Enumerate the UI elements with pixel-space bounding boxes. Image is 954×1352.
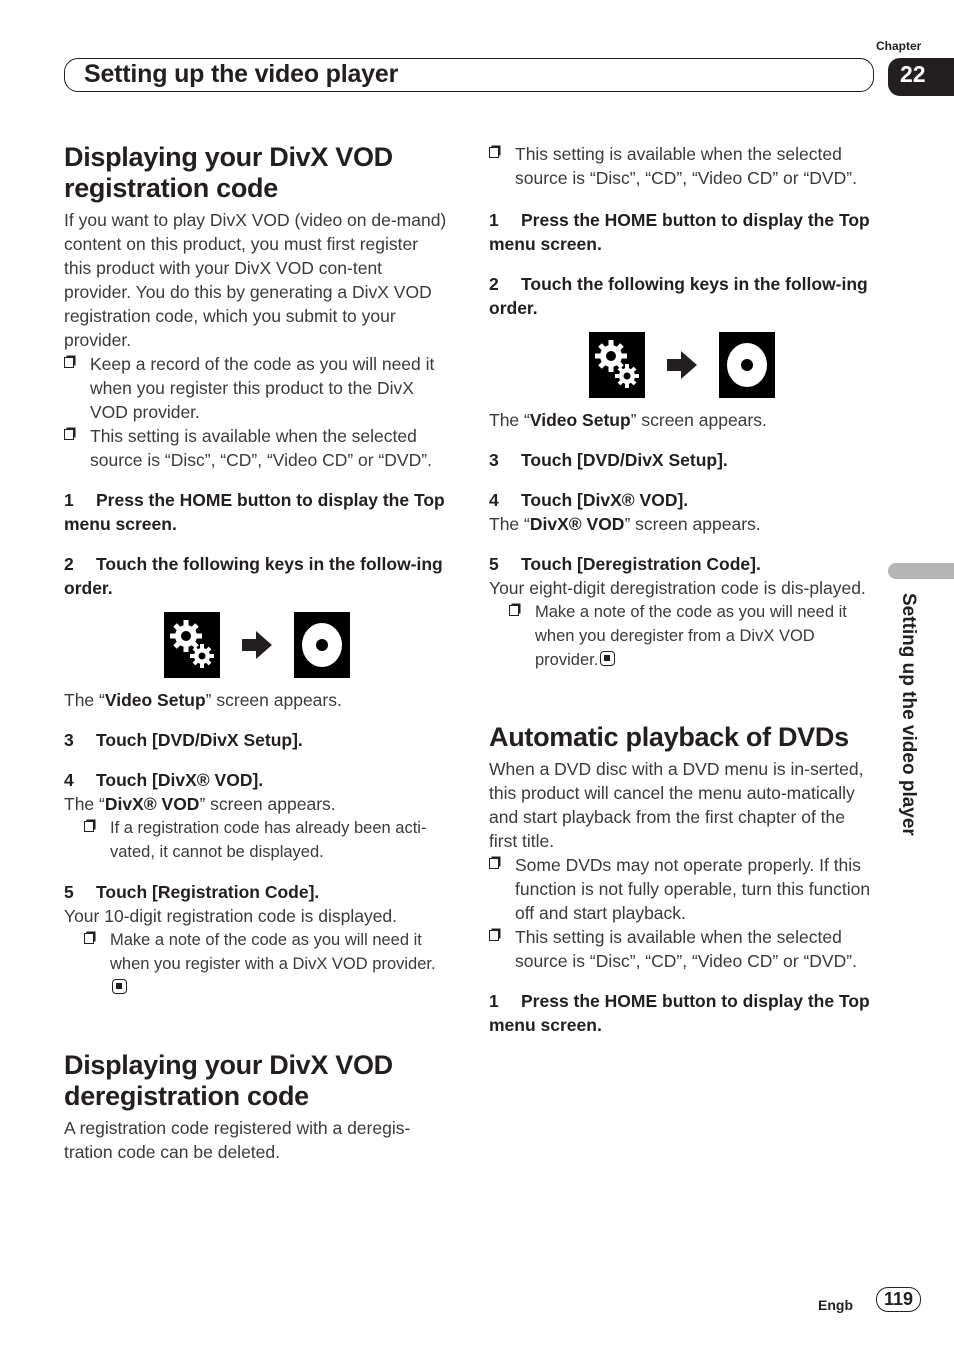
arrow-right-icon <box>666 351 697 379</box>
end-mark-icon <box>600 651 616 666</box>
disc-key <box>293 612 350 678</box>
step-2: 2 Touch the following keys in the follow-… <box>64 554 443 598</box>
note-checkbox-icon <box>509 605 519 616</box>
note: If a registration code has already been … <box>84 816 449 864</box>
side-tab-marker <box>888 563 954 579</box>
section-title: Automatic playback of DVDs <box>489 722 849 752</box>
note-checkbox-icon <box>489 930 499 941</box>
key-sequence <box>64 612 449 678</box>
note: This setting is available when the selec… <box>489 142 874 190</box>
settings-key <box>163 612 220 678</box>
step-1: 1 Press the HOME button to display the To… <box>489 991 870 1035</box>
video-setup-text: The “Video Setup” screen appears. <box>489 410 767 430</box>
chapter-number: 22 <box>888 58 954 96</box>
divx-screen-text: The “DivX® VOD” screen appears. <box>489 514 761 534</box>
step-1: 1 Press the HOME button to display the To… <box>64 490 445 534</box>
step-2: 2 Touch the following keys in the follow-… <box>489 274 868 318</box>
section-title: Displaying your DivX VOD registration co… <box>64 142 393 203</box>
result-text: Your eight-digit deregistration code is … <box>489 578 866 598</box>
note: Keep a record of the code as you will ne… <box>64 352 449 424</box>
note: This setting is available when the selec… <box>489 925 874 973</box>
left-column: Displaying your DivX VOD registration co… <box>64 142 449 1164</box>
step-1: 1 Press the HOME button to display the To… <box>489 210 870 254</box>
settings-key <box>588 332 645 398</box>
header-title: Setting up the video player <box>84 60 399 88</box>
key-sequence <box>489 332 874 398</box>
section-intro: When a DVD disc with a DVD menu is in-se… <box>489 759 864 851</box>
note-checkbox-icon <box>489 147 499 158</box>
footer-language: Engb <box>818 1297 853 1313</box>
step-3: 3 Touch [DVD/DivX Setup]. <box>64 730 303 750</box>
note: Make a note of the code as you will need… <box>84 928 449 1000</box>
disc-icon <box>301 623 342 667</box>
page-number: 119 <box>876 1287 921 1312</box>
section-title: Displaying your DivX VOD deregistration … <box>64 1050 393 1111</box>
right-column: This setting is available when the selec… <box>489 142 874 1037</box>
end-mark-icon <box>112 979 127 994</box>
step-5: 5 Touch [Deregistration Code]. <box>489 554 761 574</box>
note: Some DVDs may not operate properly. If t… <box>489 853 874 925</box>
note: Make a note of the code as you will need… <box>509 600 874 672</box>
video-setup-text: The “Video Setup” screen appears. <box>64 690 342 710</box>
side-tab-label: Setting up the video player <box>898 593 919 836</box>
step-5: 5 Touch [Registration Code]. <box>64 882 320 902</box>
note-checkbox-icon <box>84 821 94 832</box>
divx-screen-text: The “DivX® VOD” screen appears. <box>64 794 336 814</box>
note-checkbox-icon <box>489 858 499 869</box>
note-checkbox-icon <box>84 933 94 944</box>
section-intro: A registration code registered with a de… <box>64 1118 411 1162</box>
disc-icon <box>726 343 767 387</box>
step-3: 3 Touch [DVD/DivX Setup]. <box>489 450 728 470</box>
gears-icon <box>169 620 214 668</box>
note-checkbox-icon <box>64 429 74 440</box>
result-text: Your 10-digit registration code is displ… <box>64 906 398 926</box>
step-4: 4 Touch [DivX® VOD]. <box>489 490 689 510</box>
section-intro: If you want to play DivX VOD (video on d… <box>64 210 447 350</box>
arrow-right-icon <box>241 631 272 659</box>
note: This setting is available when the selec… <box>64 424 449 472</box>
note-checkbox-icon <box>64 357 74 368</box>
chapter-label: Chapter <box>876 39 922 53</box>
disc-key <box>718 332 775 398</box>
gears-icon <box>594 340 639 388</box>
step-4: 4 Touch [DivX® VOD]. <box>64 770 264 790</box>
